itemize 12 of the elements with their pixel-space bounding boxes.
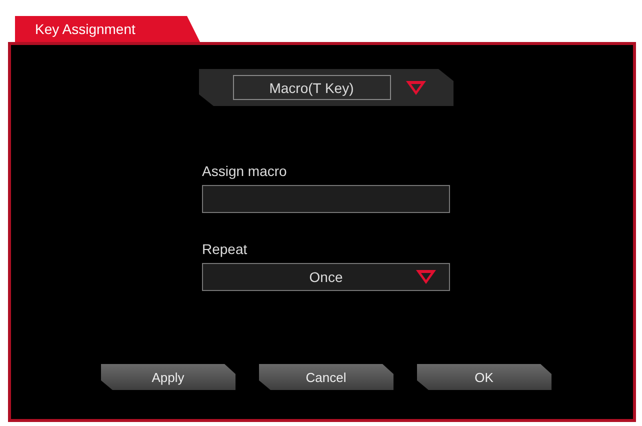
dropdown-triangle-icon[interactable] xyxy=(404,80,426,96)
dialog-button[interactable]: Apply xyxy=(100,364,236,390)
field-label: Repeat xyxy=(202,241,248,257)
dialog-button[interactable]: Cancel xyxy=(258,364,394,390)
dialog-button[interactable]: OK xyxy=(416,364,552,390)
mode-selector[interactable]: Macro(T Key) xyxy=(198,69,454,106)
mode-value: Macro(T Key) xyxy=(232,75,390,100)
repeat-dropdown[interactable]: Once xyxy=(202,263,450,291)
dropdown-triangle-icon xyxy=(415,269,437,285)
window-title: Key Assignment xyxy=(15,16,200,42)
input-field[interactable] xyxy=(202,185,450,213)
field-label: Assign macro xyxy=(202,163,288,179)
